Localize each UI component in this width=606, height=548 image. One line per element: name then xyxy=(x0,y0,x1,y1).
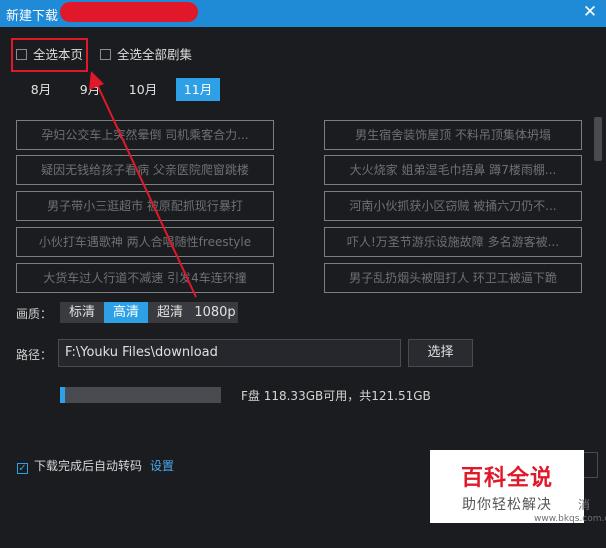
quality-option-1080p[interactable]: 1080p xyxy=(192,302,238,323)
select-all-series-checkbox[interactable]: 全选全部剧集 xyxy=(100,44,192,63)
list-item[interactable]: 男子乱扔烟头被阻打人 环卫工被逼下跪 xyxy=(324,263,582,293)
browse-button[interactable]: 选择 xyxy=(408,339,473,367)
settings-link[interactable]: 设置 xyxy=(150,459,174,473)
list-item[interactable]: 河南小伙抓获小区窃贼 被捅六刀仍不... xyxy=(324,191,582,221)
tab-month-8[interactable]: 8月 xyxy=(26,78,56,101)
path-label: 路径： xyxy=(16,348,53,362)
tab-month-11[interactable]: 11月 xyxy=(176,78,220,101)
month-tabs: 8月 9月 10月 11月 xyxy=(0,78,606,102)
disk-usage-fill xyxy=(60,387,65,403)
tab-month-10[interactable]: 10月 xyxy=(124,78,162,101)
list-item[interactable]: 男生宿舍装饰屋顶 不料吊顶集体坍塌 xyxy=(324,120,582,150)
list-item[interactable]: 大火烧家 姐弟湿毛巾捂鼻 蹲7楼雨棚... xyxy=(324,155,582,185)
list-item[interactable]: 小伙打车遇歌神 两人合唱随性freestyle xyxy=(16,227,274,257)
redaction-mark xyxy=(60,2,198,22)
close-icon[interactable]: ✕ xyxy=(580,2,600,22)
quality-option-superhd[interactable]: 超清 xyxy=(148,302,192,323)
list-item[interactable]: 孕妇公交车上突然晕倒 司机乘客合力... xyxy=(16,120,274,150)
list-item[interactable]: 疑因无钱给孩子看病 父亲医院爬窗跳楼 xyxy=(16,155,274,185)
auto-transcode-row: ✓ 下载完成后自动转码 设置 xyxy=(17,457,174,474)
path-input[interactable]: F:\Youku Files\download xyxy=(58,339,401,367)
quality-option-sd[interactable]: 标清 xyxy=(60,302,104,323)
checkbox-icon[interactable] xyxy=(100,49,111,60)
watermark-url: www.bkqs.com.cn xyxy=(534,514,606,524)
list-scrollbar[interactable] xyxy=(594,117,602,161)
watermark-subtitle: 助你轻松解决 xyxy=(462,497,552,513)
list-item[interactable]: 大货车过人行道不减速 引发4车连环撞 xyxy=(16,263,274,293)
partial-label: 消 xyxy=(578,498,591,512)
checkbox-icon[interactable]: ✓ xyxy=(17,463,28,474)
list-item[interactable]: 男子带小三逛超市 被原配抓现行暴打 xyxy=(16,191,274,221)
select-all-series-label: 全选全部剧集 xyxy=(117,47,193,62)
disk-space-info: F盘 118.33GB可用，共121.51GB xyxy=(241,389,431,403)
list-item[interactable]: 吓人!万圣节游乐设施故障 多名游客被... xyxy=(324,227,582,257)
watermark-title: 百科全说 xyxy=(460,466,553,491)
video-list: 孕妇公交车上突然晕倒 司机乘客合力... 疑因无钱给孩子看病 父亲医院爬窗跳楼 … xyxy=(0,112,606,294)
window-title: 新建下载 xyxy=(6,9,59,24)
annotation-highlight-box xyxy=(11,38,88,72)
tab-month-9[interactable]: 9月 xyxy=(74,78,106,101)
quality-label: 画质： xyxy=(16,307,53,321)
auto-transcode-label: 下载完成后自动转码 xyxy=(34,459,143,473)
partial-button[interactable] xyxy=(584,452,598,478)
disk-usage-bar xyxy=(60,387,221,403)
quality-option-hd[interactable]: 高清 xyxy=(104,302,148,323)
watermark-logo: 百科全说 助你轻松解决 xyxy=(430,450,584,523)
title-bar: 新建下载 ✕ xyxy=(0,0,606,27)
